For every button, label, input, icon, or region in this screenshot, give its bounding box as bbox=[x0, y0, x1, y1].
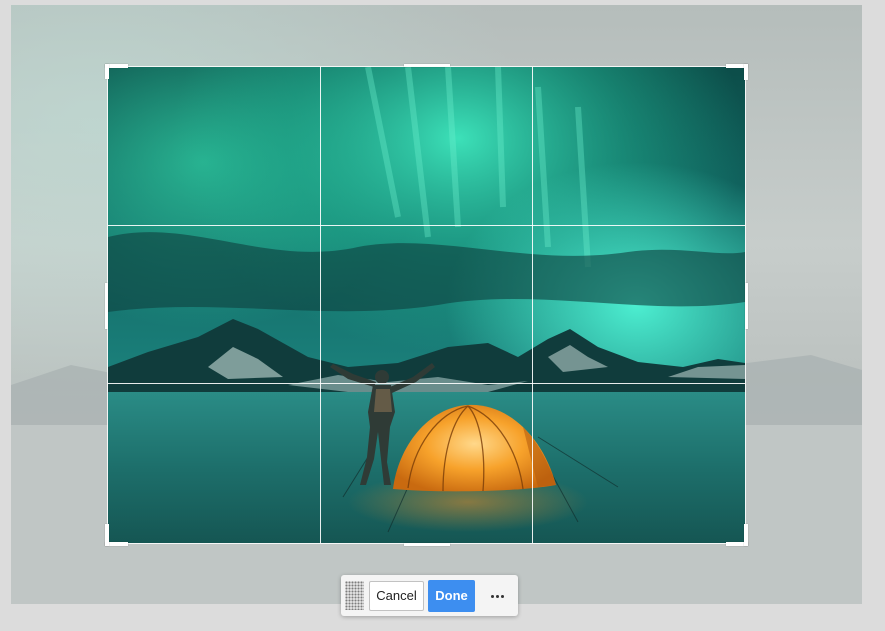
crop-handle-bottom-edge[interactable] bbox=[404, 543, 450, 546]
crop-handle-left-edge[interactable] bbox=[105, 283, 108, 329]
crop-handle-bottom-left-vertical[interactable] bbox=[105, 524, 109, 546]
crop-handle-top-left-vertical[interactable] bbox=[105, 64, 109, 79]
crop-handle-right-edge[interactable] bbox=[745, 283, 748, 329]
more-dot-2 bbox=[496, 595, 499, 598]
grip-dots-icon[interactable] bbox=[345, 581, 364, 610]
grid-line-vertical-1 bbox=[320, 67, 321, 543]
grid-line-horizontal-1 bbox=[108, 225, 745, 226]
crop-handle-bottom-right-vertical[interactable] bbox=[744, 524, 748, 546]
done-button[interactable]: Done bbox=[428, 580, 475, 612]
crop-handle-top-right-vertical[interactable] bbox=[744, 64, 748, 80]
cancel-button[interactable]: Cancel bbox=[369, 581, 424, 611]
grid-line-horizontal-2 bbox=[108, 383, 745, 384]
crop-toolbar: Cancel Done bbox=[341, 575, 518, 616]
grid-line-vertical-2 bbox=[532, 67, 533, 543]
more-options-button[interactable] bbox=[481, 581, 511, 611]
more-dot-3 bbox=[501, 595, 504, 598]
crop-selection-image[interactable] bbox=[108, 67, 745, 543]
crop-editor: Cancel Done bbox=[0, 0, 885, 631]
more-horizontal-icon bbox=[491, 595, 494, 598]
crop-handle-top-edge[interactable] bbox=[404, 64, 450, 67]
